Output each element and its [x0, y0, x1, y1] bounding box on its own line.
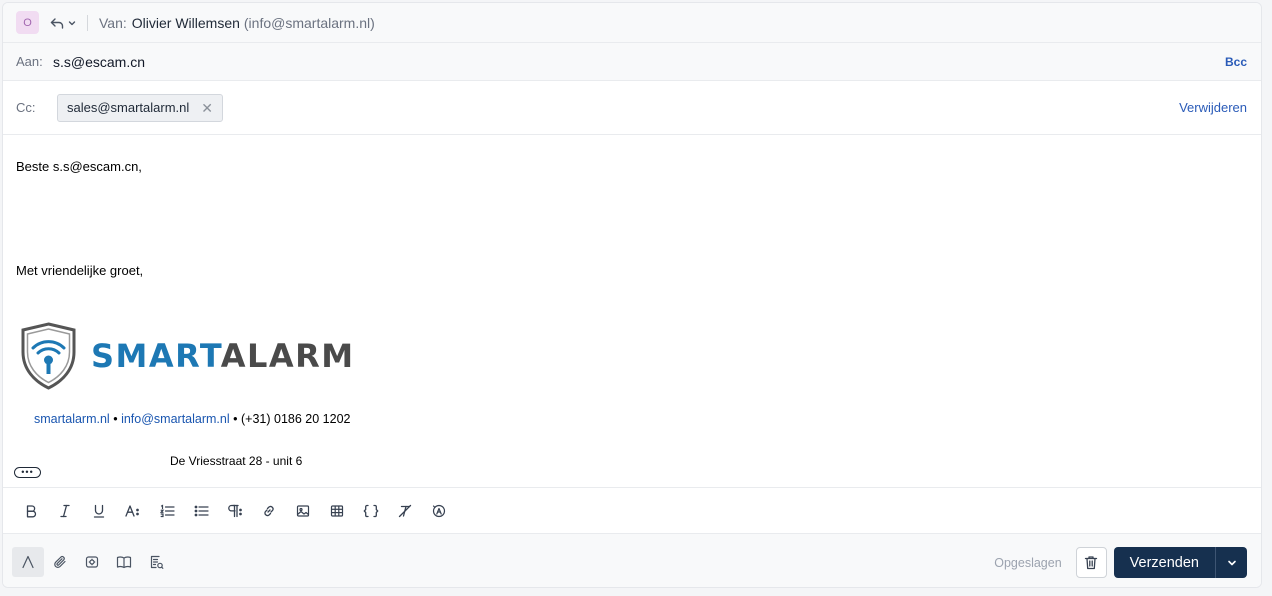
- footer-actions: Opgeslagen Verzenden: [994, 547, 1247, 578]
- template-button[interactable]: [140, 547, 172, 577]
- sender-avatar[interactable]: O: [16, 11, 39, 34]
- table-icon: [330, 504, 344, 517]
- paragraph-button[interactable]: [218, 496, 252, 526]
- from-label: Van:: [99, 14, 127, 31]
- saved-status: Opgeslagen: [994, 555, 1062, 570]
- spellcheck-icon: [432, 504, 446, 517]
- text-format-icon: [22, 555, 34, 568]
- greeting-text: Beste s.s@escam.cn,: [16, 159, 142, 174]
- logo-smart-text: SMART: [91, 337, 221, 375]
- bullet-separator: •: [113, 412, 118, 426]
- formatting-toggle-button[interactable]: [12, 546, 44, 577]
- email-link[interactable]: info@smartalarm.nl: [121, 412, 230, 426]
- link-icon: [264, 505, 274, 516]
- closing-text: Met vriendelijke groet,: [16, 263, 144, 278]
- trash-icon: [1085, 556, 1098, 570]
- website-link[interactable]: smartalarm.nl: [34, 412, 110, 426]
- bullet-list-icon: [194, 505, 209, 516]
- image-button[interactable]: [286, 496, 320, 526]
- composer-footer: Opgeslagen Verzenden: [3, 533, 1261, 587]
- chevron-down-icon: [68, 20, 76, 25]
- signature-contact: smartalarm.nl • info@smartalarm.nl • (+3…: [34, 412, 350, 426]
- send-button-group: Verzenden: [1113, 547, 1247, 578]
- phone-number: (+31) 0186 20 1202: [241, 412, 351, 426]
- ordered-list-button[interactable]: [150, 496, 184, 526]
- to-row: Aan: s.s@escam.cn Bcc: [3, 43, 1261, 81]
- attach-button[interactable]: [44, 547, 76, 577]
- font-size-button[interactable]: [116, 496, 150, 526]
- clear-format-button[interactable]: [388, 496, 422, 526]
- chevron-down-icon: [1227, 560, 1236, 565]
- bcc-button[interactable]: Bcc: [1225, 55, 1247, 69]
- remove-cc-button[interactable]: Verwijderen: [1179, 100, 1247, 115]
- signature-address: De Vriesstraat 28 - unit 6: [170, 454, 303, 468]
- snippet-icon: [85, 555, 99, 568]
- reply-mode-dropdown[interactable]: [50, 16, 77, 30]
- clear-format-icon: [398, 504, 412, 517]
- bold-button[interactable]: [14, 496, 48, 526]
- divider: [87, 14, 88, 31]
- font-size-icon: [125, 504, 139, 517]
- cc-label: Cc:: [16, 100, 36, 115]
- sender-name: Olivier Willemsen: [131, 14, 240, 31]
- formatting-toolbar: [3, 487, 1261, 533]
- italic-button[interactable]: [48, 496, 82, 526]
- to-recipient[interactable]: s.s@escam.cn: [53, 54, 145, 70]
- to-label: Aan:: [16, 54, 43, 69]
- message-body[interactable]: Beste s.s@escam.cn, Met vriendelijke gro…: [3, 136, 1261, 486]
- cc-row: Cc: sales@smartalarm.nl ✕ Verwijderen: [3, 81, 1261, 135]
- sender-email: (info@smartalarm.nl): [243, 14, 375, 31]
- image-icon: [296, 504, 310, 517]
- send-options-dropdown[interactable]: [1215, 547, 1247, 578]
- logo-wordmark: SMARTALARM: [91, 337, 355, 375]
- delete-draft-button[interactable]: [1075, 547, 1107, 578]
- underline-button[interactable]: [82, 496, 116, 526]
- spellcheck-button[interactable]: [422, 496, 456, 526]
- link-button[interactable]: [252, 496, 286, 526]
- insert-snippet-button[interactable]: [76, 547, 108, 577]
- template-list-icon: [150, 555, 163, 569]
- signature-logo: SMARTALARM: [20, 322, 355, 390]
- code-braces-icon: [363, 504, 379, 517]
- reply-icon: [50, 17, 64, 29]
- ordered-list-icon: [159, 504, 175, 517]
- from-row: O Van: Olivier Willemsen (info@smartalar…: [3, 3, 1261, 43]
- underline-icon: [93, 504, 105, 518]
- cc-recipient-chip[interactable]: sales@smartalarm.nl ✕: [57, 93, 224, 122]
- email-composer: O Van: Olivier Willemsen (info@smartalar…: [2, 2, 1262, 588]
- shield-wifi-icon: [21, 322, 76, 390]
- send-button[interactable]: Verzenden: [1114, 547, 1215, 578]
- cc-chip-label: sales@smartalarm.nl: [67, 100, 190, 115]
- book-icon: [116, 555, 132, 568]
- paperclip-icon: [54, 555, 66, 568]
- logo-alarm-text: ALARM: [220, 337, 355, 375]
- paragraph-icon: [228, 504, 242, 517]
- remove-chip-icon[interactable]: ✕: [201, 101, 213, 115]
- bold-icon: [26, 504, 37, 517]
- knowledge-base-button[interactable]: [108, 547, 140, 577]
- show-more-button[interactable]: •••: [14, 467, 41, 478]
- bullet-separator: •: [233, 412, 238, 426]
- italic-icon: [60, 504, 70, 517]
- bullet-list-button[interactable]: [184, 496, 218, 526]
- table-button[interactable]: [320, 496, 354, 526]
- code-button[interactable]: [354, 496, 388, 526]
